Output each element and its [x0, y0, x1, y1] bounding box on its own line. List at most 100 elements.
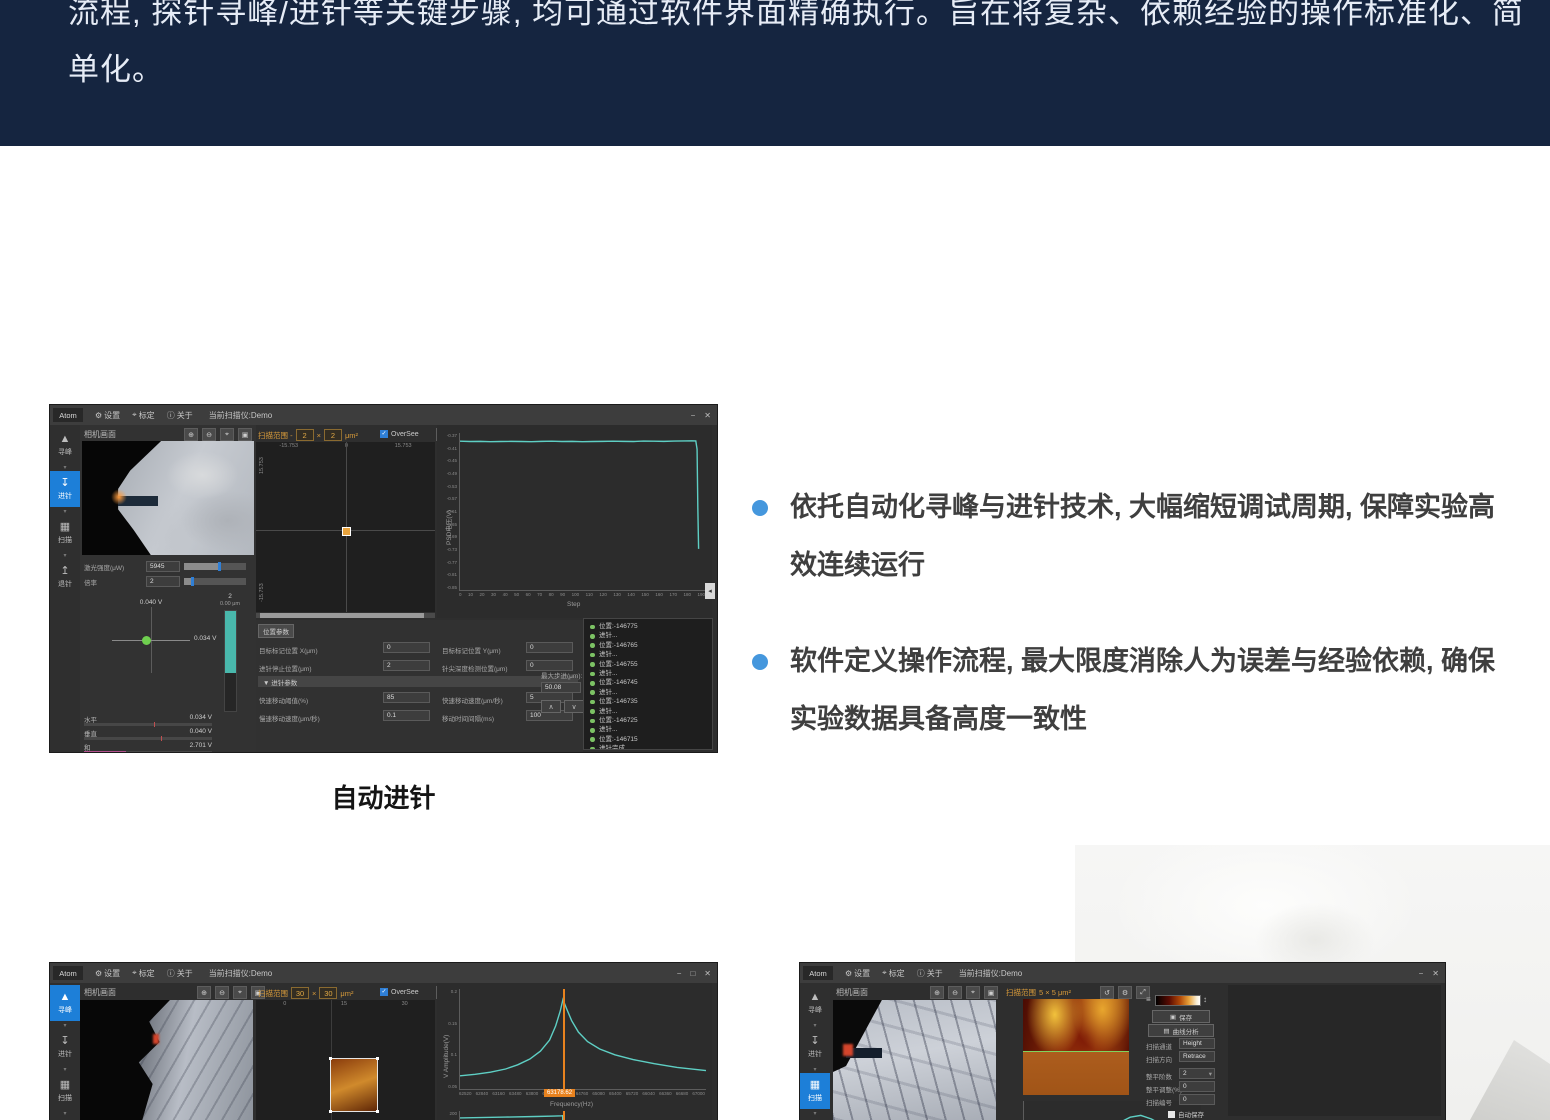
- magnification-slider[interactable]: [184, 578, 246, 585]
- scan-index-input[interactable]: 0: [1179, 1094, 1215, 1105]
- autosave-checkbox[interactable]: 自动保存: [1168, 1109, 1204, 1119]
- sidebar-item-scan[interactable]: ▦扫描: [800, 1073, 830, 1109]
- step-down-button[interactable]: ∨: [564, 700, 584, 713]
- step-up-button[interactable]: ∧: [541, 700, 561, 713]
- param-label: 整平调整(%): [1146, 1084, 1182, 1094]
- sidebar-item-scan[interactable]: ▦扫描: [50, 515, 80, 551]
- menu-settings[interactable]: ⚙设置: [845, 968, 870, 979]
- oversee-checkbox[interactable]: ✓ OverSee: [380, 988, 419, 996]
- save-button[interactable]: ▣ 保存: [1152, 1010, 1210, 1023]
- z-position-bar[interactable]: [224, 610, 237, 712]
- chevron-down-icon[interactable]: ▾: [50, 551, 80, 559]
- chevron-down-icon[interactable]: ▾: [50, 1021, 80, 1029]
- chevron-down-icon[interactable]: ▾: [50, 1065, 80, 1073]
- sidebar-item-peak[interactable]: ▲寻峰: [50, 985, 80, 1021]
- laser-spot-dot[interactable]: [142, 636, 151, 645]
- scan-icon: ▦: [810, 1080, 820, 1091]
- resonance-marker-line[interactable]: [563, 989, 565, 1089]
- scan-area-view[interactable]: 01530: [256, 1000, 435, 1120]
- menu-about[interactable]: ⓘ关于: [167, 968, 193, 979]
- minimize-button[interactable]: −: [677, 969, 682, 978]
- param-input[interactable]: 85: [383, 692, 430, 703]
- oversee-checkbox[interactable]: ✓ OverSee: [380, 430, 419, 438]
- param-label: 扫描方向: [1146, 1054, 1172, 1064]
- position-params-tab[interactable]: 位置参数: [258, 624, 294, 638]
- scan-height-input[interactable]: 2: [324, 429, 342, 441]
- chevron-down-icon[interactable]: ▾: [800, 1065, 830, 1073]
- psd-y-ticks: -0.37-0.41-0.45-0.49-0.53-0.57-0.61-0.65…: [445, 433, 457, 590]
- sidebar-item-scan[interactable]: ▦扫描: [50, 1073, 80, 1109]
- close-button[interactable]: ✕: [704, 969, 711, 978]
- resonance-marker-line[interactable]: [563, 1111, 565, 1120]
- scan-width-input[interactable]: 30: [291, 987, 309, 999]
- tip-position-marker[interactable]: [342, 527, 351, 536]
- chevron-down-icon[interactable]: ▾: [800, 1109, 830, 1117]
- zoom-out-icon[interactable]: ⊖: [215, 986, 229, 999]
- camera-toolbar: ⊕ ⊖ ⌖ ▣: [184, 428, 252, 441]
- minimize-button[interactable]: −: [1419, 969, 1424, 978]
- scan-height-input[interactable]: 30: [319, 987, 337, 999]
- sidebar-item-retract[interactable]: ↥退针: [50, 559, 80, 595]
- sidebar-item-approach[interactable]: ↧进针: [800, 1029, 830, 1065]
- collapse-panel-button[interactable]: ◂: [705, 583, 715, 599]
- camera-view: [82, 441, 254, 555]
- scan-region-thumbnail[interactable]: [330, 1058, 378, 1112]
- menu-settings[interactable]: ⚙设置: [95, 968, 120, 979]
- close-button[interactable]: ✕: [704, 411, 711, 420]
- snapshot-icon[interactable]: ▣: [238, 428, 252, 441]
- colormap-bar[interactable]: [1155, 995, 1201, 1006]
- center-target-icon[interactable]: ⌖: [233, 986, 247, 999]
- afm-height-image[interactable]: [1023, 999, 1129, 1095]
- magnification-label: 倍率: [84, 577, 142, 587]
- sidebar-item-peak[interactable]: ▲寻峰: [50, 427, 80, 463]
- zoom-out-icon[interactable]: ⊖: [948, 986, 962, 999]
- chevron-down-icon[interactable]: ▾: [50, 507, 80, 515]
- zoom-out-icon[interactable]: ⊖: [202, 428, 216, 441]
- refresh-icon[interactable]: ↺: [1100, 986, 1114, 999]
- menu-about[interactable]: ⓘ关于: [917, 968, 943, 979]
- flatten-adjust-input[interactable]: 0: [1179, 1081, 1215, 1092]
- param-input[interactable]: 0: [383, 642, 430, 653]
- chevron-down-icon[interactable]: ▾: [800, 1021, 830, 1029]
- scan-direction-select[interactable]: Retrace: [1179, 1051, 1215, 1062]
- zoom-in-icon[interactable]: ⊕: [197, 986, 211, 999]
- stage-position-view[interactable]: -15.753015.753 15.753 -15.753: [256, 442, 435, 612]
- sidebar-item-peak[interactable]: ▲寻峰: [800, 985, 830, 1021]
- psd-plot: [459, 433, 706, 591]
- sidebar-item-approach[interactable]: ↧进针: [50, 1029, 80, 1065]
- scan-width-input[interactable]: 2: [296, 429, 314, 441]
- menu-about[interactable]: ⓘ关于: [167, 410, 193, 421]
- zoom-in-icon[interactable]: ⊕: [184, 428, 198, 441]
- scan-range-label: 扫描范围: [258, 988, 288, 999]
- checkbox-icon: [1168, 1111, 1175, 1118]
- sidebar-item-approach[interactable]: ↧进针: [50, 471, 80, 507]
- menu-settings[interactable]: ⚙设置: [95, 410, 120, 421]
- center-target-icon[interactable]: ⌖: [220, 428, 234, 441]
- scan-toolbar: ↺ ⚙ ⤢: [1100, 986, 1150, 999]
- curve-analysis-button[interactable]: ▤ 曲线分析: [1148, 1024, 1214, 1037]
- chevron-down-icon[interactable]: ▾: [50, 463, 80, 471]
- cmap-adjust-icon[interactable]: ↕: [1203, 995, 1207, 1004]
- chevron-down-icon[interactable]: ▾: [50, 1109, 80, 1117]
- gear-icon[interactable]: ⚙: [1118, 986, 1132, 999]
- menu-calibration[interactable]: ⌖标定: [882, 968, 905, 979]
- step-value[interactable]: 50.08: [541, 682, 581, 693]
- minimize-button[interactable]: −: [691, 411, 696, 420]
- center-target-icon[interactable]: ⌖: [966, 986, 980, 999]
- flatten-order-select[interactable]: 2 ▾: [1179, 1068, 1215, 1079]
- param-input[interactable]: 0.1: [383, 710, 430, 721]
- maximize-button[interactable]: □: [690, 969, 695, 978]
- param-input[interactable]: 2: [383, 660, 430, 671]
- cmap-menu-icon[interactable]: ≡: [1146, 995, 1151, 1004]
- menu-calibration[interactable]: ⌖标定: [132, 410, 155, 421]
- horizontal-scrollbar[interactable]: [256, 613, 435, 618]
- scan-channel-select[interactable]: Height: [1179, 1038, 1215, 1049]
- close-button[interactable]: ✕: [1432, 969, 1439, 978]
- laser-power-slider[interactable]: [184, 563, 246, 570]
- magnification-value[interactable]: 2: [146, 576, 180, 587]
- snapshot-icon[interactable]: ▣: [984, 986, 998, 999]
- approach-params-section[interactable]: ▼ 进针参数: [258, 676, 578, 687]
- zoom-in-icon[interactable]: ⊕: [930, 986, 944, 999]
- menu-calibration[interactable]: ⌖标定: [132, 968, 155, 979]
- laser-power-value[interactable]: 5945: [146, 561, 180, 572]
